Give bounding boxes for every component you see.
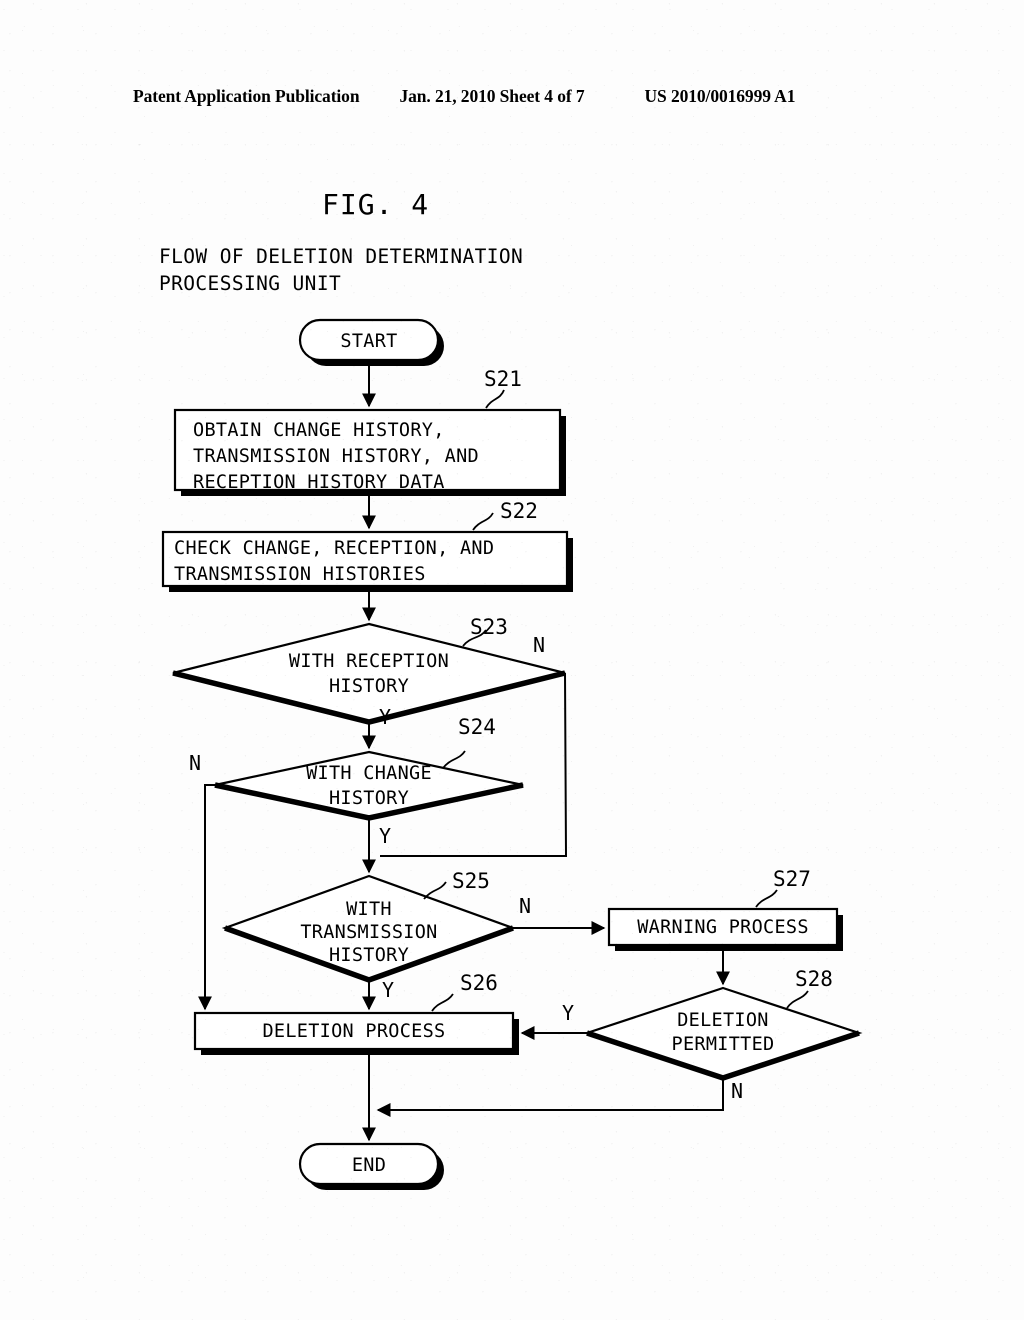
branch-label-s25-n: N bbox=[519, 894, 531, 918]
step-label-s25: S25 bbox=[452, 869, 490, 893]
node-s22-line2: TRANSMISSION HISTORIES bbox=[174, 564, 426, 585]
step-label-s28: S28 bbox=[795, 967, 833, 991]
node-s25-line3: HISTORY bbox=[329, 945, 409, 966]
node-s23-line2: HISTORY bbox=[329, 676, 409, 697]
node-s27-label: WARNING PROCESS bbox=[637, 917, 809, 938]
node-s25-line2: TRANSMISSION bbox=[300, 922, 437, 943]
leader-s26 bbox=[431, 993, 454, 1012]
step-label-s23: S23 bbox=[470, 615, 508, 639]
leader-s25 bbox=[423, 881, 447, 900]
node-s21-line2: TRANSMISSION HISTORY, AND bbox=[193, 446, 479, 467]
node-s22: CHECK CHANGE, RECEPTION, AND TRANSMISSIO… bbox=[161, 530, 573, 592]
node-s21-line3: RECEPTION HISTORY DATA bbox=[193, 472, 445, 493]
leader-s27 bbox=[755, 889, 778, 908]
branch-label-s24-y: Y bbox=[379, 824, 391, 848]
flowchart-diagram: START OBTAIN CHANGE HISTORY, TRANSMISSIO… bbox=[161, 318, 863, 1190]
node-s26-label: DELETION PROCESS bbox=[262, 1021, 445, 1042]
edge-s28-end-no bbox=[376, 1078, 724, 1117]
branch-label-s28-n: N bbox=[731, 1079, 743, 1103]
step-label-s26: S26 bbox=[460, 971, 498, 995]
leader-s24 bbox=[442, 750, 466, 769]
leader-s22 bbox=[472, 512, 494, 531]
edge-s24-s26-no bbox=[198, 784, 215, 1011]
leader-s21 bbox=[485, 389, 505, 409]
node-s24: WITH CHANGE HISTORY bbox=[214, 750, 524, 821]
node-s27: WARNING PROCESS bbox=[607, 907, 843, 951]
node-s24-line2: HISTORY bbox=[329, 788, 409, 809]
branch-label-s25-y: Y bbox=[382, 978, 394, 1002]
branch-label-s28-y: Y bbox=[562, 1001, 574, 1025]
node-s24-line1: WITH CHANGE bbox=[306, 763, 432, 784]
node-end: END bbox=[298, 1142, 444, 1190]
node-end-label: END bbox=[352, 1155, 386, 1176]
node-start: START bbox=[298, 318, 444, 366]
node-s28-line1: DELETION bbox=[677, 1010, 769, 1031]
patent-page: Patent Application Publication Jan. 21, … bbox=[0, 0, 1024, 1320]
branch-label-s23-y: Y bbox=[379, 705, 391, 729]
step-label-s21: S21 bbox=[484, 367, 522, 391]
node-s23-line1: WITH RECEPTION bbox=[289, 651, 449, 672]
node-s21: OBTAIN CHANGE HISTORY, TRANSMISSION HIST… bbox=[173, 408, 566, 496]
node-s28: DELETION PERMITTED bbox=[583, 986, 863, 1081]
node-s28-line2: PERMITTED bbox=[672, 1034, 775, 1055]
node-s25-line1: WITH bbox=[346, 899, 392, 920]
branch-label-s23-n: N bbox=[533, 633, 545, 657]
step-label-s27: S27 bbox=[773, 867, 811, 891]
node-s26: DELETION PROCESS bbox=[193, 1011, 519, 1055]
node-s21-line1: OBTAIN CHANGE HISTORY, bbox=[193, 420, 445, 441]
node-start-label: START bbox=[340, 331, 397, 352]
step-label-s24: S24 bbox=[458, 715, 496, 739]
step-label-s22: S22 bbox=[500, 499, 538, 523]
branch-label-s24-n: N bbox=[189, 751, 201, 775]
node-s22-line1: CHECK CHANGE, RECEPTION, AND bbox=[174, 538, 494, 559]
leader-s28 bbox=[786, 990, 809, 1009]
